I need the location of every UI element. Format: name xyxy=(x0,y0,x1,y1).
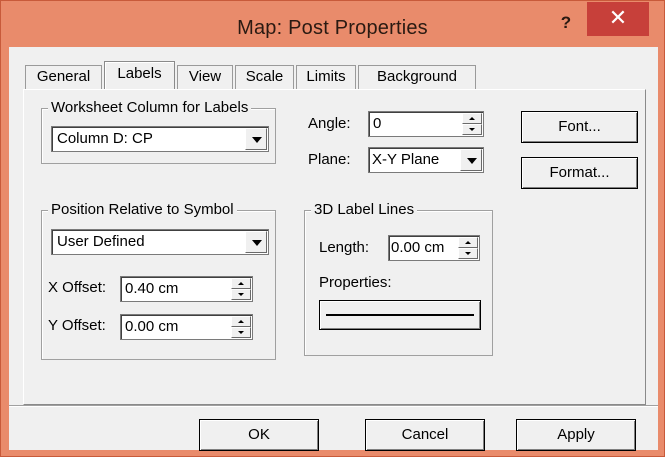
title-bar[interactable]: Map: Post Properties ? ✕ xyxy=(1,1,664,47)
chevron-down-icon[interactable] xyxy=(460,149,482,171)
spin-up-icon[interactable] xyxy=(462,113,482,124)
plane-select[interactable]: X-Y Plane xyxy=(368,147,484,173)
y-offset-label: Y Offset: xyxy=(48,317,106,334)
chevron-down-icon[interactable] xyxy=(245,128,267,150)
length-label: Length: xyxy=(319,239,370,256)
plane-value: X-Y Plane xyxy=(372,151,440,168)
spin-down-icon[interactable] xyxy=(462,124,482,135)
angle-label: Angle: xyxy=(308,115,351,132)
cancel-button[interactable]: Cancel xyxy=(365,419,485,451)
properties-label: Properties: xyxy=(319,274,392,291)
label-column-value: Column D: CP xyxy=(57,130,153,147)
length-spinner[interactable]: 0.00 cm xyxy=(388,235,480,261)
position-group: Position Relative to Symbol User Defined… xyxy=(41,201,276,360)
y-offset-value: 0.00 cm xyxy=(125,318,179,335)
spin-up-icon[interactable] xyxy=(231,316,251,327)
plane-label: Plane: xyxy=(308,151,351,168)
font-button[interactable]: Font... xyxy=(521,111,638,143)
labels-tab-panel: Worksheet Column for Labels Column D: CP… xyxy=(23,89,646,405)
format-button[interactable]: Format... xyxy=(521,157,638,189)
x-offset-value: 0.40 cm xyxy=(125,280,179,297)
length-value: 0.00 cm xyxy=(391,239,445,256)
x-offset-spinner[interactable]: 0.40 cm xyxy=(120,276,253,302)
y-offset-spinner-buttons xyxy=(231,316,251,338)
worksheet-column-group: Worksheet Column for Labels Column D: CP xyxy=(41,99,276,164)
line-properties-button[interactable] xyxy=(319,300,481,330)
apply-button[interactable]: Apply xyxy=(516,419,636,451)
position-value: User Defined xyxy=(57,233,145,250)
x-offset-label: X Offset: xyxy=(48,279,107,296)
tab-labels[interactable]: Labels xyxy=(104,61,175,89)
spin-down-icon[interactable] xyxy=(231,327,251,338)
footer-separator xyxy=(9,405,658,407)
close-button[interactable]: ✕ xyxy=(587,2,649,36)
tab-general[interactable]: General xyxy=(25,65,102,89)
ok-button[interactable]: OK xyxy=(199,419,319,451)
angle-spinner[interactable]: 0 xyxy=(368,111,484,137)
dialog-client: General Labels View Scale Limits Backgro… xyxy=(9,47,658,451)
tab-scale[interactable]: Scale xyxy=(235,65,294,89)
y-offset-spinner[interactable]: 0.00 cm xyxy=(120,314,253,340)
chevron-down-icon[interactable] xyxy=(245,231,267,253)
angle-value: 0 xyxy=(373,115,382,132)
spin-down-icon[interactable] xyxy=(458,248,478,259)
dialog-window: Map: Post Properties ? ✕ General Labels … xyxy=(0,0,665,457)
position-select[interactable]: User Defined xyxy=(51,229,269,255)
spin-up-icon[interactable] xyxy=(231,278,251,289)
line-style-preview xyxy=(326,314,474,316)
spin-up-icon[interactable] xyxy=(458,237,478,248)
spin-down-icon[interactable] xyxy=(231,289,251,300)
tab-limits[interactable]: Limits xyxy=(296,65,356,89)
tab-strip: General Labels View Scale Limits Backgro… xyxy=(9,59,658,89)
tab-background[interactable]: Background xyxy=(358,65,476,89)
tab-view[interactable]: View xyxy=(177,65,233,89)
x-offset-spinner-buttons xyxy=(231,278,251,300)
position-group-title: Position Relative to Symbol xyxy=(48,201,237,219)
length-spinner-buttons xyxy=(458,237,478,259)
label-lines-group-title: 3D Label Lines xyxy=(311,201,418,219)
label-lines-group: 3D Label Lines Length: 0.00 cm Propertie… xyxy=(304,201,493,356)
worksheet-column-group-title: Worksheet Column for Labels xyxy=(48,99,252,117)
help-button[interactable]: ? xyxy=(554,10,578,36)
label-column-select[interactable]: Column D: CP xyxy=(51,126,269,152)
close-icon: ✕ xyxy=(608,5,628,30)
angle-spinner-buttons xyxy=(462,113,482,135)
